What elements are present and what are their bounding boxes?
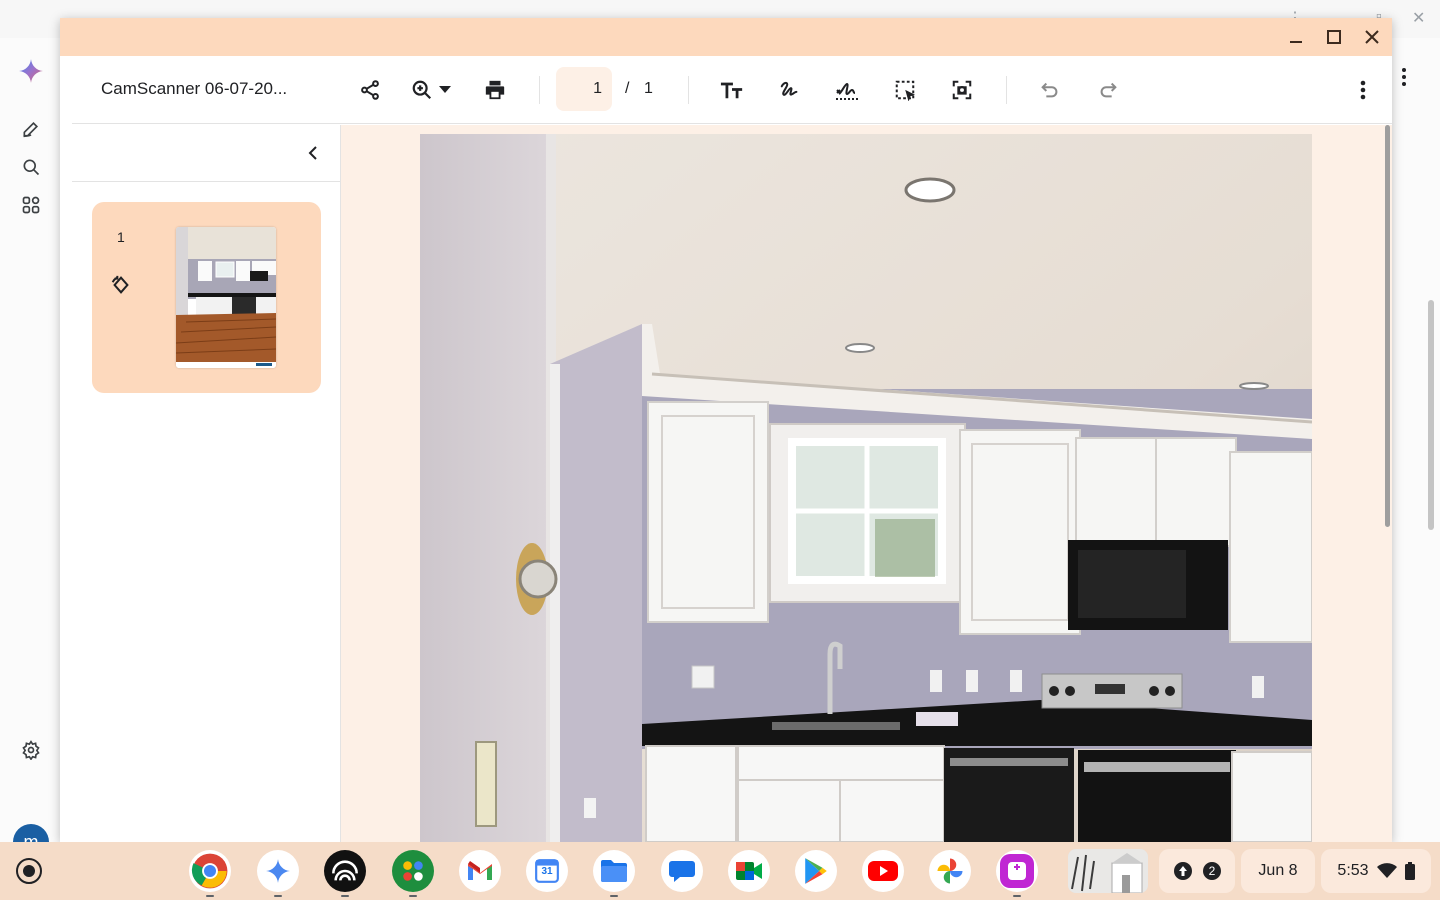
viewer-scrollbar[interactable] bbox=[1385, 125, 1390, 527]
workspace-icon[interactable] bbox=[392, 850, 434, 892]
running-indicator bbox=[274, 895, 282, 897]
more-icon[interactable] bbox=[1346, 73, 1380, 107]
toolbar-divider bbox=[1006, 76, 1007, 104]
running-indicator bbox=[1013, 895, 1021, 897]
share-icon[interactable] bbox=[353, 73, 387, 107]
notification-count: 2 bbox=[1203, 862, 1221, 880]
select-area-icon[interactable] bbox=[888, 73, 922, 107]
screen-recorder-icon[interactable] bbox=[996, 850, 1038, 892]
chrome-icon[interactable] bbox=[189, 850, 231, 892]
minimize-button[interactable] bbox=[1282, 24, 1310, 50]
background-scrollbar[interactable] bbox=[1428, 300, 1434, 530]
status-tray[interactable]: 5:53 bbox=[1321, 849, 1431, 893]
running-indicator bbox=[206, 895, 214, 897]
toolbar-divider bbox=[688, 76, 689, 104]
screenshot-icon[interactable] bbox=[945, 73, 979, 107]
date-label: Jun 8 bbox=[1258, 862, 1298, 879]
battery-icon bbox=[1404, 862, 1415, 880]
signature-icon[interactable] bbox=[830, 73, 864, 107]
notification-tray[interactable]: 2 bbox=[1159, 849, 1235, 893]
background-close-icon[interactable]: ✕ bbox=[1412, 8, 1425, 28]
pdf-toolbar: CamScanner 06-07-20... 1 / 1 bbox=[72, 56, 1392, 124]
gemini-icon[interactable] bbox=[18, 58, 44, 84]
undo-icon[interactable] bbox=[1033, 73, 1067, 107]
thumbnail-image bbox=[176, 227, 276, 368]
play-store-icon[interactable] bbox=[795, 850, 837, 892]
holding-space-thumbnail[interactable] bbox=[1068, 849, 1148, 893]
wifi-icon bbox=[1376, 863, 1397, 878]
document-page bbox=[420, 134, 1312, 842]
text-icon[interactable] bbox=[715, 73, 749, 107]
rotate-icon[interactable] bbox=[108, 272, 134, 298]
page-separator: / bbox=[625, 80, 630, 97]
kitchen-photo bbox=[420, 134, 1312, 842]
print-icon[interactable] bbox=[478, 73, 512, 107]
time-label: 5:53 bbox=[1337, 862, 1369, 879]
podcasts-icon[interactable] bbox=[324, 850, 366, 892]
background-side-rail: m bbox=[0, 38, 60, 860]
toolbar-divider bbox=[539, 76, 540, 104]
collapse-sidebar-button[interactable] bbox=[300, 140, 326, 166]
page-number-input[interactable]: 1 bbox=[556, 67, 612, 111]
apps-icon[interactable] bbox=[18, 192, 44, 218]
running-indicator bbox=[341, 895, 349, 897]
file-name: CamScanner 06-07-20... bbox=[101, 79, 288, 98]
calendar-day: 31 bbox=[541, 866, 553, 877]
gmail-icon[interactable] bbox=[459, 850, 501, 892]
redo-icon[interactable] bbox=[1091, 73, 1125, 107]
edit-icon[interactable] bbox=[18, 116, 44, 142]
launcher-button[interactable] bbox=[16, 858, 42, 884]
date-tray[interactable]: Jun 8 bbox=[1241, 849, 1315, 893]
youtube-icon[interactable] bbox=[862, 850, 904, 892]
settings-icon[interactable] bbox=[18, 737, 44, 763]
messages-icon[interactable] bbox=[661, 850, 703, 892]
search-icon[interactable] bbox=[18, 154, 44, 180]
background-more-menu-icon[interactable] bbox=[1398, 64, 1410, 90]
gemini-app-icon[interactable] bbox=[257, 850, 299, 892]
document-viewer[interactable] bbox=[341, 125, 1392, 842]
calendar-icon[interactable]: 31 bbox=[526, 850, 568, 892]
running-indicator bbox=[409, 895, 417, 897]
meet-icon[interactable] bbox=[728, 850, 770, 892]
running-indicator bbox=[610, 895, 618, 897]
system-shelf: 31 2 Jun 8 5:53 bbox=[0, 842, 1440, 900]
close-button[interactable] bbox=[1358, 24, 1386, 50]
photos-icon[interactable] bbox=[929, 850, 971, 892]
window-titlebar[interactable] bbox=[60, 18, 1392, 56]
thumbnail-page-number: 1 bbox=[117, 229, 125, 245]
draw-icon[interactable] bbox=[773, 73, 807, 107]
total-pages: 1 bbox=[644, 80, 653, 97]
maximize-button[interactable] bbox=[1320, 24, 1348, 50]
files-icon[interactable] bbox=[593, 850, 635, 892]
pdf-viewer-window: CamScanner 06-07-20... 1 / 1 1 bbox=[60, 18, 1392, 842]
page-thumbnail-1[interactable]: 1 bbox=[92, 202, 321, 393]
thumbnail-sidebar: 1 bbox=[72, 125, 341, 842]
upload-icon bbox=[1174, 862, 1192, 880]
sidebar-header bbox=[72, 125, 341, 182]
zoom-dropdown-icon[interactable] bbox=[434, 73, 456, 107]
